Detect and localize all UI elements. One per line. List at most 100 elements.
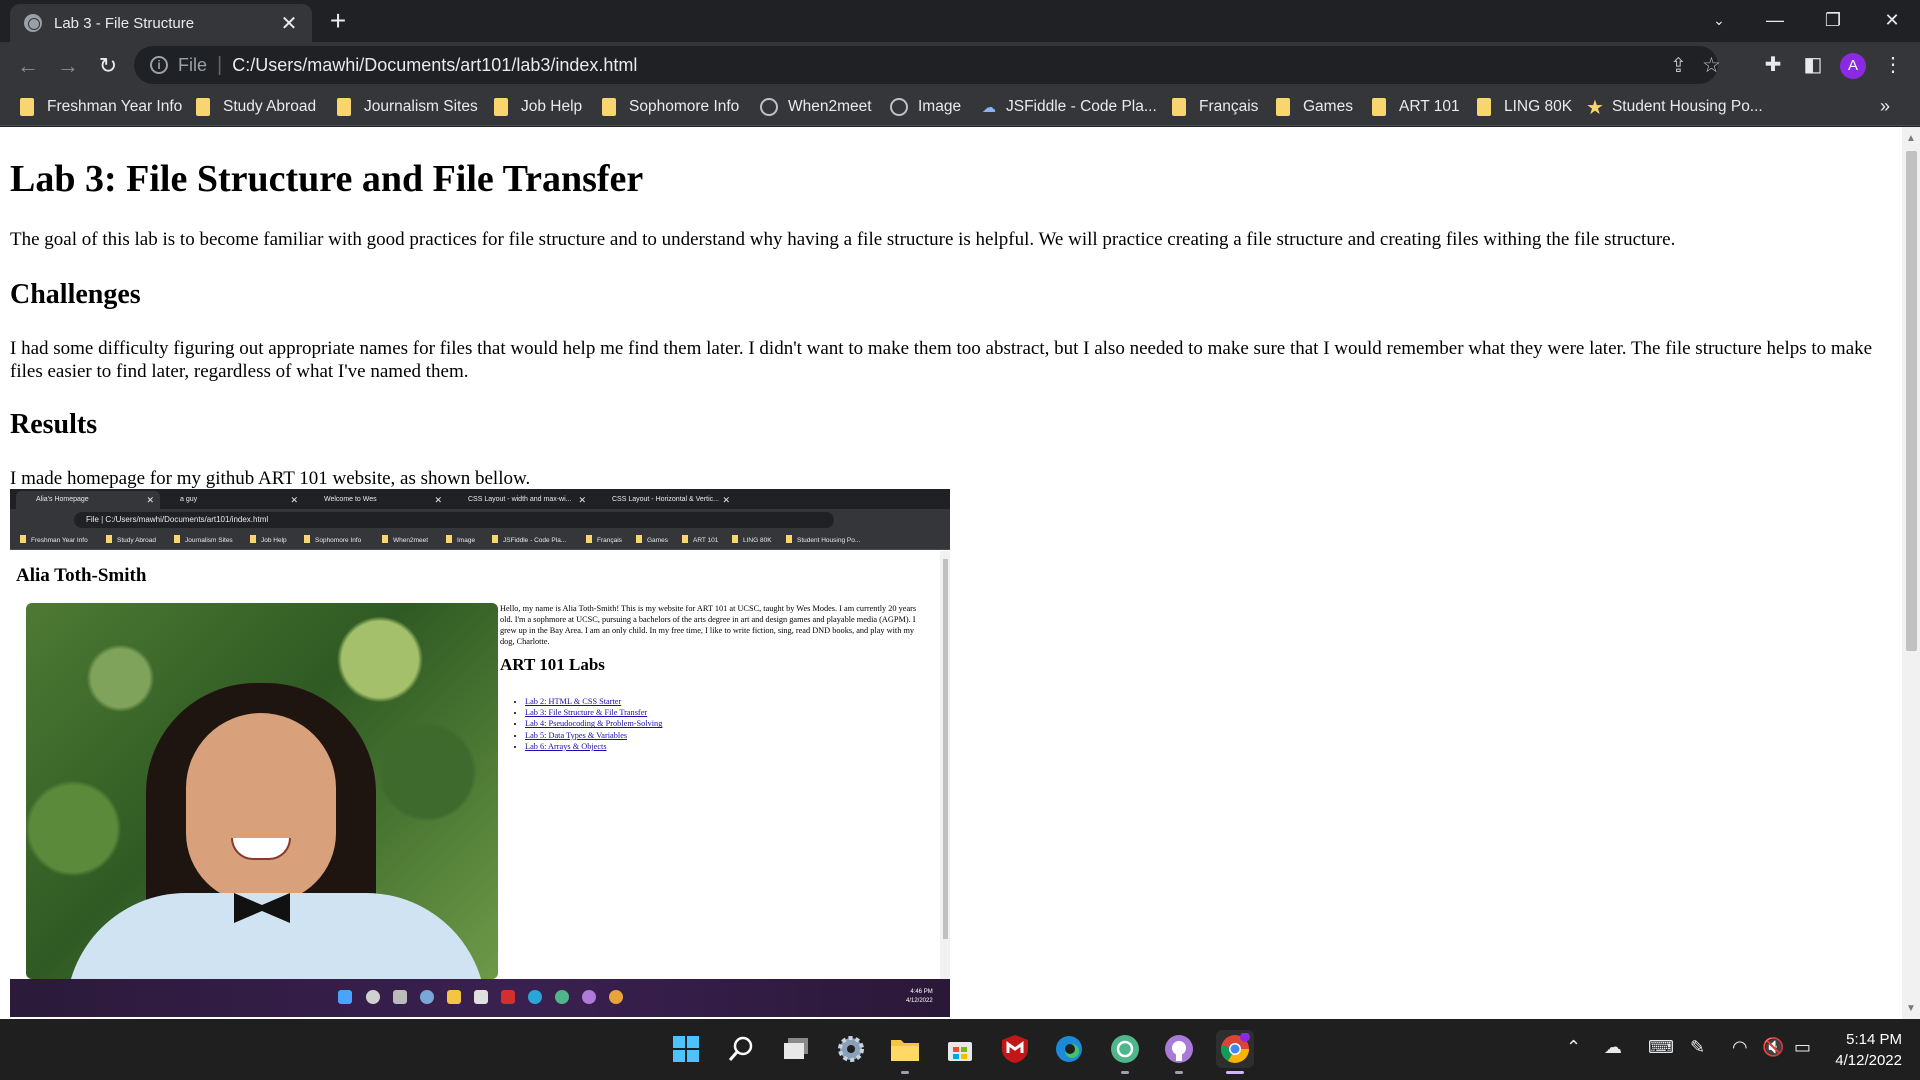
edge-icon[interactable]: [1050, 1030, 1088, 1068]
folder-icon: [1372, 98, 1386, 116]
menu-kebab-icon[interactable]: ⋮: [1880, 52, 1906, 78]
bookmark-item[interactable]: ☁ JSFiddle - Code Pla...: [982, 96, 1157, 118]
pen-icon[interactable]: ✎: [1690, 1037, 1705, 1058]
window-close-button[interactable]: ✕: [1864, 0, 1920, 42]
screenshot-bookmark: JSFiddle - Code Pla...: [492, 535, 566, 544]
back-arrow-icon[interactable]: ←: [12, 50, 44, 82]
profile-avatar[interactable]: A: [1840, 53, 1866, 79]
chrome-icon[interactable]: [1216, 1030, 1254, 1074]
extensions-puzzle-icon[interactable]: ✚: [1760, 52, 1786, 78]
bookmark-item[interactable]: Job Help: [494, 96, 582, 118]
bookmark-item[interactable]: When2meet: [760, 96, 872, 118]
portrait-photo: [26, 603, 498, 979]
lab-link: Lab 6: Arrays & Objects: [525, 741, 607, 751]
page-scrollbar[interactable]: ▲ ▼: [1902, 127, 1920, 1019]
system-clock[interactable]: 5:14 PM 4/12/2022: [1830, 1029, 1902, 1071]
bookmark-item[interactable]: Freshman Year Info: [20, 96, 182, 118]
wifi-icon[interactable]: ◠: [1732, 1037, 1748, 1058]
screenshot-name-heading: Alia Toth-Smith: [16, 565, 147, 586]
url-separator: |: [217, 53, 223, 76]
tab-close-button[interactable]: ✕: [278, 11, 300, 36]
folder-icon: [1477, 98, 1491, 116]
clock-icon: [760, 98, 778, 116]
chevron-up-icon[interactable]: ⌃: [1566, 1037, 1581, 1058]
scroll-up-arrow-icon[interactable]: ▲: [1906, 133, 1916, 144]
bookmark-item[interactable]: Français: [1172, 96, 1258, 118]
task-view-icon[interactable]: [777, 1030, 815, 1068]
search-icon[interactable]: [722, 1030, 760, 1068]
screenshot-labs-list: Lab 2: HTML & CSS Starter Lab 3: File St…: [515, 696, 662, 752]
scroll-down-arrow-icon[interactable]: ▼: [1906, 1003, 1916, 1014]
magnifier-icon: [728, 1036, 753, 1061]
bookmark-item[interactable]: LING 80K: [1477, 96, 1572, 118]
screenshot-tab-label: CSS Layout - width and max-wi...: [468, 496, 572, 503]
bookmarks-overflow-button[interactable]: »: [1880, 96, 1890, 117]
scroll-thumb[interactable]: [1906, 151, 1917, 651]
cloud-icon: ☁: [982, 98, 996, 115]
lab-link: Lab 2: HTML & CSS Starter: [525, 697, 622, 706]
bookmark-item[interactable]: ★ Student Housing Po...: [1586, 96, 1763, 119]
screenshot-bookmark: LING 80K: [732, 535, 772, 544]
chatgpt-icon[interactable]: [1106, 1030, 1144, 1074]
windows-logo-icon: [673, 1036, 699, 1062]
screenshot-tab-label: CSS Layout - Horizontal & Vertic...: [612, 496, 719, 503]
side-panel-icon[interactable]: ◧: [1800, 52, 1826, 78]
url-text[interactable]: C:/Users/mawhi/Documents/art101/lab3/ind…: [232, 55, 637, 76]
bookmark-item[interactable]: ART 101: [1372, 96, 1460, 118]
screenshot-page: Alia Toth-Smith Hello, my name is Alia T…: [10, 551, 940, 979]
screenshot-bookmarks-bar: Freshman Year Info Study Abroad Journali…: [10, 531, 950, 550]
screenshot-tab: Welcome to Wes ✕: [304, 491, 448, 509]
onedrive-cloud-icon[interactable]: ☁: [1604, 1037, 1622, 1058]
mcafee-icon[interactable]: [996, 1030, 1034, 1068]
new-tab-button[interactable]: +: [322, 6, 354, 38]
bookmark-star-icon[interactable]: ☆: [1702, 53, 1721, 78]
folder-icon: [602, 98, 616, 116]
share-icon[interactable]: ⇪: [1670, 53, 1687, 78]
url-scheme-label: File: [178, 54, 208, 75]
settings-icon[interactable]: [832, 1030, 870, 1068]
bookmark-item[interactable]: Games: [1276, 96, 1353, 118]
bookmark-label: Image: [918, 98, 962, 115]
speaker-muted-icon[interactable]: 🔇: [1762, 1037, 1784, 1058]
bookmark-item[interactable]: Study Abroad: [196, 96, 316, 118]
site-info-icon[interactable]: i: [150, 56, 168, 74]
bookmark-item[interactable]: Sophomore Info: [602, 96, 739, 118]
file-explorer-icon[interactable]: [886, 1030, 924, 1074]
challenges-heading: Challenges: [10, 279, 141, 310]
chatgpt-logo-icon: [1111, 1035, 1139, 1063]
browser-tab-active[interactable]: Lab 3 - File Structure ✕: [10, 4, 312, 42]
keyboard-icon[interactable]: ⌨: [1648, 1037, 1674, 1058]
screenshot-bookmark: Study Abroad: [106, 535, 156, 544]
bookmark-label: Job Help: [521, 98, 583, 115]
tab-search-button[interactable]: ⌄: [1691, 0, 1747, 42]
bookmark-item[interactable]: Journalism Sites: [337, 96, 478, 118]
running-indicator: [1121, 1071, 1129, 1074]
chrome-logo-icon: [1220, 1033, 1250, 1063]
bookmark-label: Freshman Year Info: [47, 98, 183, 115]
screenshot-bookmark: When2meet: [382, 535, 428, 544]
github-icon[interactable]: [1160, 1030, 1198, 1074]
screenshot-bookmark: Job Help: [250, 535, 287, 544]
reload-icon[interactable]: ↻: [92, 50, 124, 82]
start-icon[interactable]: [667, 1030, 705, 1068]
bookmark-item[interactable]: Image: [890, 96, 961, 118]
screenshot-taskbar: 4:46 PM 4/12/2022: [10, 979, 950, 1017]
screenshot-labs-heading: ART 101 Labs: [500, 655, 605, 674]
screenshot-bookmark: Image: [446, 535, 475, 544]
forward-arrow-icon[interactable]: →: [52, 50, 84, 82]
screenshot-bookmark: Journalism Sites: [174, 535, 233, 544]
clock-time: 5:14 PM: [1846, 1031, 1902, 1048]
microsoft-store-icon[interactable]: [941, 1030, 979, 1068]
intro-paragraph: The goal of this lab is to become famili…: [10, 229, 1676, 250]
minimize-button[interactable]: —: [1747, 0, 1803, 42]
list-item: Lab 4: Pseudocoding & Problem-Solving: [525, 718, 662, 729]
bookmark-label: ART 101: [1399, 98, 1460, 115]
address-bar[interactable]: i File | C:/Users/mawhi/Documents/art101…: [134, 46, 1721, 84]
battery-icon[interactable]: ▭: [1794, 1037, 1811, 1058]
clock-date: 4/12/2022: [1835, 1052, 1902, 1069]
restore-button[interactable]: ❐: [1805, 0, 1861, 42]
screenshot-tab: CSS Layout - Horizontal & Vertic... ✕: [592, 491, 736, 509]
close-icon: ✕: [722, 495, 730, 505]
lab-link: Lab 4: Pseudocoding & Problem-Solving: [525, 719, 663, 729]
gear-icon: [838, 1036, 864, 1062]
